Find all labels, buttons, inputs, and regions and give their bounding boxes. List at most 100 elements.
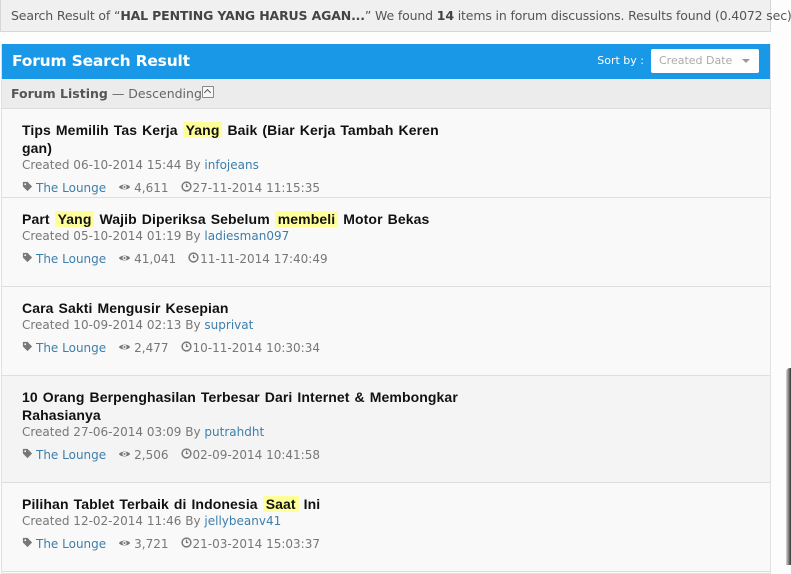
forum-category[interactable]: The Lounge (22, 180, 106, 197)
created-info: Created 06-10-2014 15:44 By infojeans (22, 157, 770, 174)
clock-icon (180, 180, 192, 197)
forum-link[interactable]: The Lounge (36, 340, 106, 357)
summary-mid: ” We found (364, 8, 437, 23)
result-item: Tips Memilih Tas Kerja Yang Baik (Biar K… (2, 109, 770, 198)
caret-down-icon (742, 59, 750, 63)
eye-icon (118, 447, 131, 464)
thread-title-link[interactable]: Tips Memilih Tas Kerja Yang Baik (Biar K… (22, 121, 472, 157)
search-query: HAL PENTING YANG HARUS AGAN... (120, 8, 365, 23)
forum-search-panel: Forum Search Result Sort by : Created Da… (1, 44, 771, 574)
views-value: 41,041 (134, 252, 177, 266)
forum-category[interactable]: The Lounge (22, 251, 106, 268)
forum-category[interactable]: The Lounge (22, 340, 106, 357)
last-post: 21-03-2014 15:03:37 (180, 536, 320, 553)
thread-stats: The Lounge 2,477 10-11-2014 10:30:34 (22, 340, 770, 357)
listing-label: Forum Listing (11, 86, 108, 101)
tag-icon (22, 340, 33, 357)
title-text: Ini (298, 496, 321, 512)
result-item: Cara Sakti Mengusir Kesepian Created 10-0… (2, 287, 770, 376)
title-text: Pilihan Tablet Terbaik di Indonesia (22, 496, 263, 512)
forum-link[interactable]: The Lounge (36, 180, 106, 197)
eye-icon (118, 251, 131, 268)
created-date: Created 27-06-2014 03:09 By (22, 425, 205, 439)
views-value: 2,477 (134, 341, 169, 355)
clock-icon (180, 447, 192, 464)
clock-icon (180, 340, 192, 357)
panel-header: Forum Search Result Sort by : Created Da… (2, 44, 770, 79)
sort-label: Sort by : (597, 54, 644, 67)
view-count: 41,041 (118, 251, 176, 268)
title-text: Tips Memilih Tas Kerja (22, 122, 183, 138)
highlighted-keyword: membeli (274, 211, 339, 227)
created-info: Created 12-02-2014 11:46 By jellybeanv41 (22, 513, 770, 530)
listing-bar: Forum Listing — Descending (2, 79, 770, 109)
forum-link[interactable]: The Lounge (36, 251, 106, 268)
summary-prefix: Search Result of “ (11, 8, 121, 23)
sort-by-select[interactable]: Created Date (651, 49, 759, 73)
result-count: 14 (436, 8, 454, 23)
thread-stats: The Lounge 4,611 27-11-2014 11:15:35 (22, 180, 770, 197)
created-date: Created 05-10-2014 01:19 By (22, 229, 205, 243)
title-text: 10 Orang Berpenghasilan Terbesar Dari In… (22, 389, 458, 423)
thread-stats: The Lounge 2,506 02-09-2014 10:41:58 (22, 447, 770, 464)
eye-icon (118, 180, 131, 197)
author-link[interactable]: putrahdht (204, 425, 264, 439)
clock-icon (180, 536, 192, 553)
forum-link[interactable]: The Lounge (36, 447, 106, 464)
last-post-time: 02-09-2014 10:41:58 (192, 448, 320, 462)
title-text: Motor Bekas (338, 211, 430, 227)
search-summary: Search Result of “HAL PENTING YANG HARUS… (0, 0, 791, 32)
view-count: 4,611 (118, 180, 169, 197)
last-post-time: 27-11-2014 11:15:35 (192, 181, 320, 195)
listing-order: — Descending (107, 86, 202, 101)
result-item: Pilihan Tablet Terbaik di Indonesia Saat… (2, 483, 770, 572)
summary-suffix: items in forum discussions. Results foun… (453, 8, 791, 23)
views-value: 2,506 (134, 448, 169, 462)
thread-stats: The Lounge 41,041 11-11-2014 17:40:49 (22, 251, 770, 268)
created-info: Created 10-09-2014 02:13 By suprivat (22, 317, 770, 334)
author-link[interactable]: ladiesman097 (204, 229, 289, 243)
tag-icon (22, 536, 33, 553)
forum-category[interactable]: The Lounge (22, 447, 106, 464)
last-post-time: 10-11-2014 10:30:34 (192, 341, 320, 355)
author-link[interactable]: jellybeanv41 (204, 514, 281, 528)
result-item: 10 Orang Berpenghasilan Terbesar Dari In… (2, 376, 770, 483)
highlighted-keyword: Yang (182, 122, 223, 138)
forum-link[interactable]: The Lounge (36, 536, 106, 553)
thread-title-link[interactable]: 10 Orang Berpenghasilan Terbesar Dari In… (22, 388, 472, 424)
thread-stats: The Lounge 3,721 21-03-2014 15:03:37 (22, 536, 770, 553)
chevron-up-icon[interactable] (202, 86, 214, 98)
tag-icon (22, 180, 33, 197)
thread-title-link[interactable]: Cara Sakti Mengusir Kesepian (22, 299, 472, 317)
eye-icon (118, 340, 131, 357)
tag-icon (22, 447, 33, 464)
created-info: Created 05-10-2014 01:19 By ladiesman097 (22, 228, 770, 245)
eye-icon (118, 536, 131, 553)
author-link[interactable]: infojeans (204, 158, 258, 172)
created-date: Created 12-02-2014 11:46 By (22, 514, 205, 528)
last-post-time: 21-03-2014 15:03:37 (192, 537, 320, 551)
clock-icon (188, 251, 199, 268)
tag-icon (22, 251, 33, 268)
last-post: 27-11-2014 11:15:35 (180, 180, 320, 197)
overlay-edge (786, 368, 791, 565)
view-count: 2,506 (118, 447, 169, 464)
author-link[interactable]: suprivat (204, 318, 253, 332)
last-post: 02-09-2014 10:41:58 (180, 447, 320, 464)
title-text: Wajib Diperiksa Sebelum (94, 211, 275, 227)
forum-category[interactable]: The Lounge (22, 536, 106, 553)
created-date: Created 10-09-2014 02:13 By (22, 318, 205, 332)
last-post: 10-11-2014 10:30:34 (180, 340, 320, 357)
sort-selected-value: Created Date (659, 54, 733, 67)
view-count: 3,721 (118, 536, 169, 553)
title-text: Part (22, 211, 55, 227)
thread-title-link[interactable]: Pilihan Tablet Terbaik di Indonesia Saat… (22, 495, 472, 513)
view-count: 2,477 (118, 340, 169, 357)
created-info: Created 27-06-2014 03:09 By putrahdht (22, 424, 770, 441)
last-post-time: 11-11-2014 17:40:49 (200, 252, 328, 266)
highlighted-keyword: Yang (54, 211, 95, 227)
result-list: Tips Memilih Tas Kerja Yang Baik (Biar K… (2, 109, 770, 572)
panel-title: Forum Search Result (12, 52, 190, 70)
highlighted-keyword: Saat (262, 496, 299, 512)
thread-title-link[interactable]: Part Yang Wajib Diperiksa Sebelum membel… (22, 210, 472, 228)
